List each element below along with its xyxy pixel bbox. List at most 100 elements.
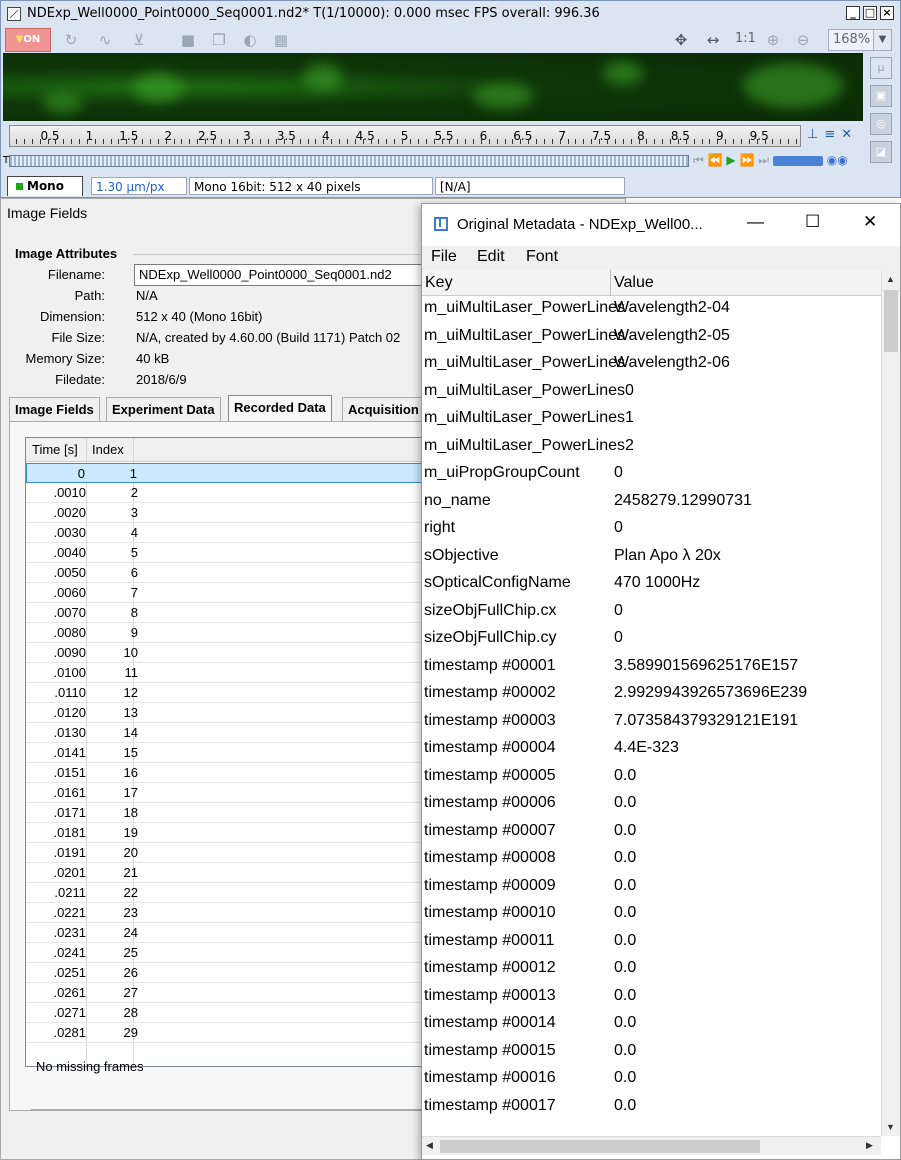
zoom-select[interactable]: 168% ▼ [828,29,892,51]
horizontal-scrollbar[interactable]: ◀ ▶ [422,1136,881,1155]
zoom-value: 168% [833,32,871,47]
timeline-ruler[interactable]: 0.5 1 1.5 2 2.5 3 3.5 4 4.5 5 5.5 6 6.5 7 7.5 8 8.5 9 9.5 [9,125,801,147]
settings-icon[interactable]: ◎ [870,113,892,135]
table-row[interactable]: .0060 7 [26,583,444,603]
speed-slider[interactable] [772,155,823,166]
attribute-key: File Size: [51,330,105,345]
table-row[interactable]: 01 [26,463,444,483]
refresh-icon[interactable]: ↻ [59,28,83,52]
table-row[interactable]: .0261 27 [26,983,444,1003]
scroll-left-icon[interactable]: ◀ [426,1140,433,1151]
table-row[interactable]: .0281 29 [26,1023,444,1043]
table-row[interactable]: .0251 26 [26,963,444,983]
filter-icon[interactable]: ⊻ [127,28,151,52]
filename-field[interactable]: NDExp_Well0000_Point0000_Seq0001.nd2 [134,264,434,286]
tab-image-fields[interactable]: Image Fields [9,397,100,421]
image-canvas[interactable] [3,53,863,121]
channel-tab-mono[interactable]: Mono [7,176,83,196]
table-row[interactable]: .0090 10 [26,643,444,663]
close-icon[interactable]: ✕ [863,212,877,232]
menu-font[interactable]: Font [526,248,558,266]
square-icon[interactable]: ■ [176,28,200,52]
table-row[interactable]: .0100 11 [26,663,444,683]
table-row[interactable]: .0070 8 [26,603,444,623]
maximize-icon[interactable]: □ [863,6,877,20]
lut-toggle-button[interactable]: ▼ON [5,28,51,52]
fit-icon[interactable]: ✥ [669,28,693,52]
minimize-icon[interactable]: — [747,212,764,232]
scroll-down-icon[interactable]: ▼ [886,1122,895,1132]
speed-options-icon[interactable]: ◉◉ [827,153,848,167]
column-header-value[interactable]: Value [614,274,654,292]
tab-experiment-data[interactable]: Experiment Data [106,397,221,421]
table-row[interactable]: .0211 22 [26,883,444,903]
vertical-scrollbar[interactable]: ▲ ▼ [881,270,900,1136]
metadata-table-body[interactable]: m_uiMultiLaser_PowerLines Wavelength2-04 m… [422,297,881,1137]
table-row[interactable]: .0191 20 [26,843,444,863]
chevron-down-icon[interactable]: ▼ [873,30,891,50]
scroll-right-icon[interactable]: ▶ [866,1140,873,1151]
recorded-data-table[interactable]: Time [s] Index 0 1.0010 2.0020 3.0030 4.0040… [25,437,445,1067]
fit-width-icon[interactable]: ↔ [701,28,725,52]
table-row[interactable]: .0110 12 [26,683,444,703]
tab-recorded-data[interactable]: Recorded Data [228,395,332,421]
pin-icon[interactable]: ⊥ [807,127,824,142]
zoom-in-icon[interactable]: ⊕ [761,28,785,52]
contrast-icon[interactable]: ◐ [238,28,262,52]
table-row[interactable]: .0050 6 [26,563,444,583]
scroll-up-icon[interactable]: ▲ [886,274,895,284]
menu-file[interactable]: File [431,248,457,266]
first-frame-icon[interactable]: ⏮ [693,153,704,167]
scroll-thumb[interactable] [884,290,898,352]
clear-icon[interactable]: ✕ [841,127,858,142]
column-header-time[interactable]: Time [s] [32,442,78,457]
table-row[interactable]: .0130 14 [26,723,444,743]
table-row[interactable]: .0231 24 [26,923,444,943]
scale-bar-icon[interactable]: μ [870,57,892,79]
column-header-index[interactable]: Index [92,442,124,457]
table-row[interactable]: .0151 16 [26,763,444,783]
camera-icon[interactable]: ▣ [870,85,892,107]
table-row[interactable]: .0181 19 [26,823,444,843]
zoom-out-icon[interactable]: ⊖ [791,28,815,52]
minimize-icon[interactable]: _ [846,6,860,20]
one-to-one-button[interactable]: 1:1 [735,31,756,46]
grid-icon[interactable]: ▦ [269,28,293,52]
curve-icon[interactable]: ∿ [93,28,117,52]
table-row[interactable]: .0030 4 [26,523,444,543]
menu-edit[interactable]: Edit [477,248,505,266]
time-cell: .0271 [53,1005,86,1020]
table-row[interactable]: .0040 5 [26,543,444,563]
table-row[interactable]: .0120 13 [26,703,444,723]
scroll-thumb-horizontal[interactable] [440,1140,760,1153]
table-row[interactable]: .0241 25 [26,943,444,963]
table-row[interactable]: .0020 3 [26,503,444,523]
frame-slider[interactable] [9,155,689,167]
table-row[interactable]: .0010 2 [26,483,444,503]
column-header-key[interactable]: Key [425,274,453,292]
play-icon[interactable]: ▶ [726,153,735,167]
table-row[interactable]: .0141 15 [26,743,444,763]
table-row[interactable]: .0201 21 [26,863,444,883]
overlay-icon[interactable]: ❐ [207,28,231,52]
maximize-icon[interactable]: ☐ [805,212,820,232]
table-row[interactable]: .0080 9 [26,623,444,643]
table-row[interactable]: .0221 23 [26,903,444,923]
close-icon[interactable]: × [880,6,894,20]
table-row[interactable]: .0161 17 [26,783,444,803]
rewind-icon[interactable]: ⏪ [708,153,723,167]
tab-acquisition[interactable]: Acquisition [342,397,425,421]
last-frame-icon[interactable]: ⏭ [758,153,769,167]
table-row[interactable]: .0171 18 [26,803,444,823]
crop-icon[interactable]: ◪ [870,141,892,163]
ruler-tick-label: 7.5 [592,129,612,143]
table-row[interactable]: .0271 28 [26,1003,444,1023]
metadata-key: timestamp #00004 [424,739,556,756]
time-cell: .0231 [53,925,86,940]
range-icon[interactable]: ≡ [824,127,841,142]
ruler-tick [465,139,467,144]
calibration-field[interactable]: 1.30 µm/px [91,177,187,195]
panel-title: Image Fields [7,205,88,221]
original-metadata-window: Original Metadata - NDExp_Well00... — ☐ … [421,203,901,1160]
fast-forward-icon[interactable]: ⏩ [739,153,754,167]
